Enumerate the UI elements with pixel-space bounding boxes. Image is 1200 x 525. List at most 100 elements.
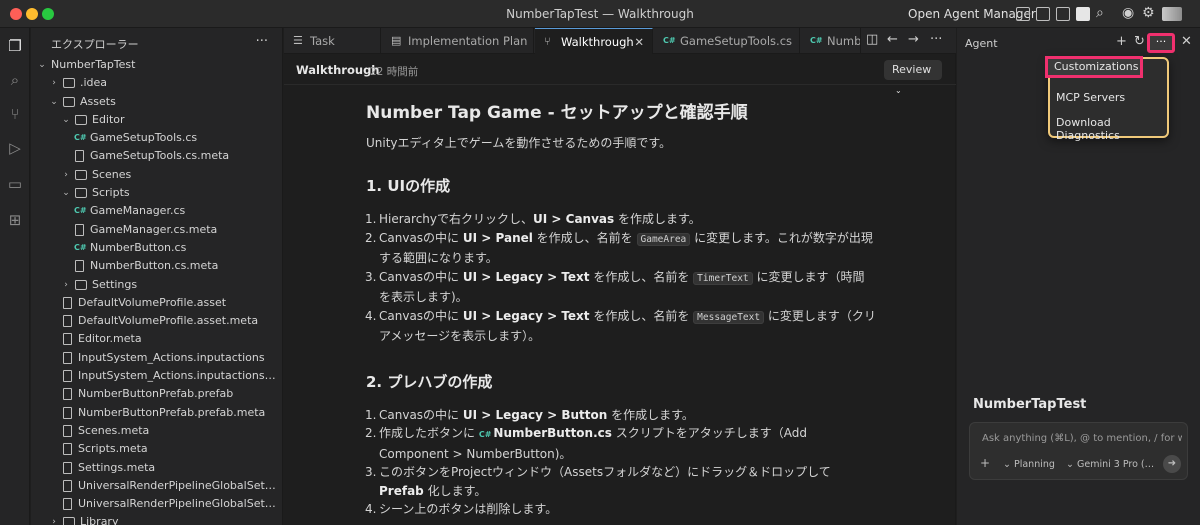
tree-item-label: NumberButtonPrefab.prefab xyxy=(78,387,234,401)
browser-icon[interactable]: ◉ xyxy=(1122,5,1134,21)
tree-file[interactable]: C# GameSetupTools.cs xyxy=(31,129,282,147)
tree-file[interactable]: NumberButtonPrefab.prefab.meta xyxy=(31,404,282,422)
tree-folder[interactable]: ⌄ Assets xyxy=(31,93,282,111)
tree-file[interactable]: NumberButton.cs.meta xyxy=(31,257,282,275)
chevron-down-icon[interactable]: ⌄ xyxy=(61,111,71,129)
more-options-button[interactable]: ··· xyxy=(1147,33,1175,53)
tree-folder[interactable]: ⌄ Editor xyxy=(31,111,282,129)
back-arrow-icon[interactable]: ← xyxy=(887,32,898,47)
tree-item-label: DefaultVolumeProfile.asset.meta xyxy=(78,314,259,328)
tree-item-label: InputSystem_Actions.inputactions xyxy=(78,350,265,364)
menu-item-customizations[interactable]: Customizations xyxy=(1045,56,1143,78)
toggle-sidebar-icon[interactable] xyxy=(1036,7,1050,21)
tree-file[interactable]: NumberButtonPrefab.prefab xyxy=(31,385,282,403)
menu-item-download-diagnostics[interactable]: Download Diagnostics xyxy=(1056,116,1167,142)
tree-file[interactable]: InputSystem_Actions.inputactions.m... xyxy=(31,367,282,385)
list-item: 3. このボタンをProjectウィンドウ（Assetsフォルダなど）にドラッグ＆… xyxy=(365,465,831,498)
tab-implementation-plan[interactable]: ▤ Implementation Plan xyxy=(382,28,534,54)
section-heading: 2. プレハブの作成 xyxy=(366,372,493,391)
tree-item-label: Editor xyxy=(92,112,125,126)
layout-grid-icon[interactable] xyxy=(1016,7,1030,21)
add-context-icon[interactable]: + xyxy=(980,456,990,470)
close-icon[interactable]: ✕ xyxy=(1181,34,1192,49)
tree-file[interactable]: C# NumberButton.cs xyxy=(31,239,282,257)
tree-file[interactable]: GameManager.cs.meta xyxy=(31,221,282,239)
model-selector[interactable]: ⌄ Gemini 3 Pro (… xyxy=(1066,459,1154,470)
new-chat-icon[interactable]: + xyxy=(1116,34,1127,49)
tree-folder[interactable]: ⌄ Scripts xyxy=(31,184,282,202)
tree-folder[interactable]: › Settings xyxy=(31,276,282,294)
tree-folder[interactable]: ⌄ NumberTapTest xyxy=(31,56,282,74)
tree-file[interactable]: Settings.meta xyxy=(31,459,282,477)
more-actions-icon[interactable]: ··· xyxy=(256,34,268,49)
split-editor-icon[interactable]: ◫ xyxy=(866,32,878,47)
file-icon xyxy=(63,370,72,383)
review-button[interactable]: Review ⌄ xyxy=(884,60,942,95)
chevron-right-icon[interactable]: › xyxy=(61,276,71,294)
chevron-right-icon[interactable]: › xyxy=(49,74,59,92)
tree-file[interactable]: UniversalRenderPipelineGlobalSettin... xyxy=(31,495,282,513)
toggle-panel-icon[interactable] xyxy=(1056,7,1070,21)
run-debug-icon[interactable]: ▷ xyxy=(7,140,23,156)
gear-icon[interactable]: ⚙ xyxy=(1142,5,1155,21)
tree-item-label: Library xyxy=(80,515,119,525)
tree-item-label: Scripts xyxy=(92,186,130,200)
chevron-right-icon[interactable]: › xyxy=(61,166,71,184)
tab-gamesetuptools[interactable]: C# GameSetupTools.cs xyxy=(654,28,800,54)
more-actions-icon[interactable]: ··· xyxy=(930,32,942,47)
files-icon[interactable]: ❐ xyxy=(7,38,23,54)
tree-file[interactable]: UniversalRenderPipelineGlobalSettin... xyxy=(31,477,282,495)
chevron-down-icon[interactable]: ⌄ xyxy=(49,93,59,111)
editor-area: ☰ Task ▤ Implementation Plan ⑂ Walkthrou… xyxy=(284,28,956,525)
section-heading: 1. UIの作成 xyxy=(366,177,451,195)
tree-file[interactable]: Scripts.meta xyxy=(31,440,282,458)
tree-file[interactable]: DefaultVolumeProfile.asset xyxy=(31,294,282,312)
folder-icon xyxy=(63,78,75,89)
explorer-panel: エクスプローラー ··· ⌄ NumberTapTest › .idea ⌄ Assets… xyxy=(31,28,283,525)
tree-item-label: GameManager.cs.meta xyxy=(90,222,218,236)
close-icon[interactable]: ✕ xyxy=(634,29,644,54)
agent-title: Agent xyxy=(965,37,998,50)
search-icon[interactable]: ⌕ xyxy=(1096,5,1104,21)
tree-file[interactable]: Scenes.meta xyxy=(31,422,282,440)
folder-icon xyxy=(75,114,87,125)
tree-item-label: InputSystem_Actions.inputactions.m... xyxy=(78,369,279,383)
toggle-agent-panel-icon[interactable] xyxy=(1076,7,1090,21)
tree-item-label: Scenes.meta xyxy=(78,423,150,437)
explorer-title: エクスプローラー xyxy=(51,38,139,51)
file-icon xyxy=(63,479,72,492)
history-icon[interactable]: ↻ xyxy=(1134,34,1145,49)
tree-file[interactable]: InputSystem_Actions.inputactions xyxy=(31,349,282,367)
remote-explorer-icon[interactable]: ▭ xyxy=(7,176,23,192)
tree-folder[interactable]: › .idea xyxy=(31,74,282,92)
forward-arrow-icon[interactable]: → xyxy=(908,32,919,47)
tree-file[interactable]: GameSetupTools.cs.meta xyxy=(31,147,282,165)
search-icon[interactable]: ⌕ xyxy=(7,72,23,88)
tree-file[interactable]: DefaultVolumeProfile.asset.meta xyxy=(31,312,282,330)
list-item: 2. 作成したボタンに C# NumberButton.cs スクリプトをアタッチし… xyxy=(365,426,807,461)
send-button[interactable]: ➜ xyxy=(1163,455,1181,473)
menu-item-mcp-servers[interactable]: MCP Servers xyxy=(1056,91,1125,104)
tree-item-label: NumberButton.cs xyxy=(90,240,187,254)
list-item: 2. Canvasの中に UI > Panel を作成し、名前を GameArea… xyxy=(365,230,873,266)
mode-selector[interactable]: ⌄ Planning xyxy=(1003,459,1055,470)
timestamp: 22 時間前 xyxy=(370,66,419,78)
tree-file[interactable]: Editor.meta xyxy=(31,330,282,348)
chevron-down-icon[interactable]: ⌄ xyxy=(61,184,71,202)
tree-file[interactable]: C# GameManager.cs xyxy=(31,202,282,220)
tab-walkthrough[interactable]: ⑂ Walkthrough ✕ xyxy=(535,28,653,54)
tab-task[interactable]: ☰ Task xyxy=(284,28,381,54)
extensions-icon[interactable]: ⊞ xyxy=(7,212,23,228)
tree-folder[interactable]: › Library xyxy=(31,513,282,525)
chat-input[interactable]: Ask anything (⌘L), @ to mention, / for w… xyxy=(969,422,1188,480)
chevron-down-icon[interactable]: ⌄ xyxy=(37,56,47,74)
chevron-right-icon[interactable]: › xyxy=(49,513,59,525)
document-title: Walkthrough xyxy=(296,63,380,77)
avatar[interactable] xyxy=(1162,7,1182,21)
tree-folder[interactable]: › Scenes xyxy=(31,166,282,184)
doc-title: Number Tap Game - セットアップと確認手順 xyxy=(366,103,748,123)
activity-bar: ❐ ⌕ ⑂ ▷ ▭ ⊞ xyxy=(0,28,30,525)
tab-numberbutton[interactable]: C# Numbe xyxy=(801,28,861,54)
source-control-icon[interactable]: ⑂ xyxy=(7,106,23,122)
tree-item-label: .idea xyxy=(80,76,108,90)
